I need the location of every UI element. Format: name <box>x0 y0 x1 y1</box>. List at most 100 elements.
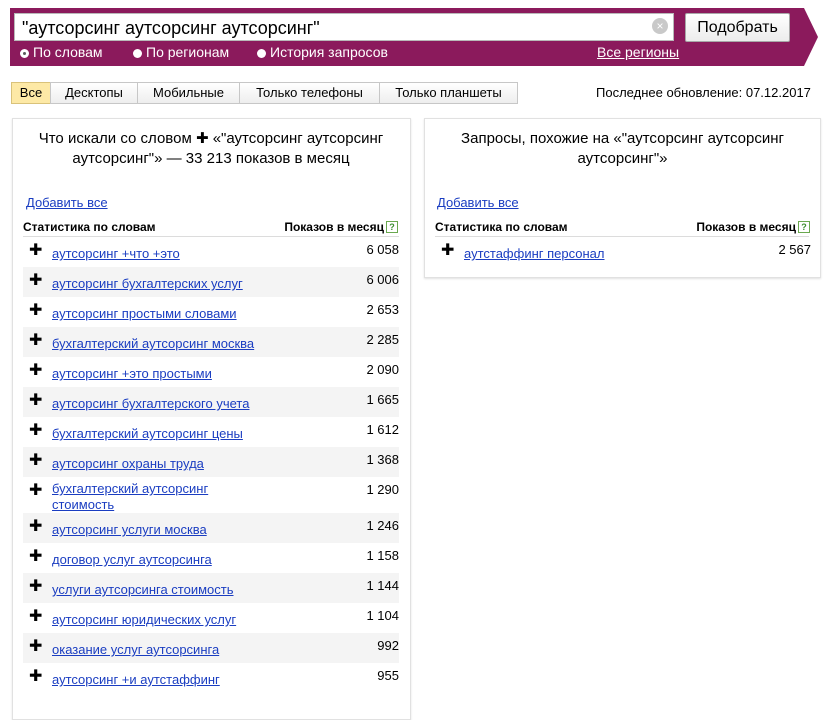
phrase-link[interactable]: аутстаффинг персонал <box>464 246 605 261</box>
add-phrase-plus-icon[interactable]: ✚ <box>29 519 42 535</box>
help-icon[interactable]: ? <box>798 221 810 233</box>
add-all-link[interactable]: Добавить все <box>26 195 108 210</box>
add-phrase-plus-icon[interactable]: ✚ <box>29 483 42 499</box>
add-phrase-plus-icon[interactable]: ✚ <box>29 303 42 319</box>
phrase-link[interactable]: бухгалтерский аутсорсинг москва <box>52 336 254 351</box>
impressions-count: 2 285 <box>366 332 399 347</box>
submit-button[interactable]: Подобрать <box>685 13 790 42</box>
phrase-link[interactable]: услуги аутсорсинга стоимость <box>52 582 234 597</box>
impressions-count: 2 567 <box>778 242 811 257</box>
list-item: ✚ аутсорсинг +и аутстаффинг 955 <box>23 663 399 693</box>
clear-icon[interactable]: × <box>652 18 668 34</box>
phrase-link[interactable]: аутсорсинг +это простыми <box>52 366 212 381</box>
add-phrase-plus-icon[interactable]: ✚ <box>29 423 42 439</box>
add-phrase-plus-icon[interactable]: ✚ <box>29 609 42 625</box>
column-header-count-label: Показов в месяц <box>284 220 384 234</box>
radio-by-regions[interactable]: По регионам <box>133 44 229 60</box>
add-phrase-plus-icon[interactable]: ✚ <box>29 243 42 259</box>
impressions-count: 1 368 <box>366 452 399 467</box>
list-item: ✚ аутстаффинг персонал 2 567 <box>435 237 811 267</box>
radio-label: По словам <box>33 44 103 60</box>
radio-label: По регионам <box>146 44 230 60</box>
words-panel-title: Что искали со словом ✚ «"аутсорсинг аутс… <box>31 129 391 169</box>
list-item: ✚ аутсорсинг +это простыми 2 090 <box>23 357 399 387</box>
list-item: ✚ аутсорсинг бухгалтерского учета 1 665 <box>23 387 399 417</box>
radio-by-words[interactable]: По словам <box>20 44 103 60</box>
add-phrase-plus-icon[interactable]: ✚ <box>441 243 454 259</box>
list-item: ✚ аутсорсинг услуги москва 1 246 <box>23 513 399 543</box>
list-item: ✚ оказание услуг аутсорсинга 992 <box>23 633 399 663</box>
list-item: ✚ бухгалтерский аутсорсинг москва 2 285 <box>23 327 399 357</box>
all-regions-link[interactable]: Все регионы <box>597 44 679 60</box>
radio-checked-icon <box>20 49 29 58</box>
impressions-count: 1 290 <box>366 482 399 497</box>
phrase-link[interactable]: аутсорсинг простыми словами <box>52 306 237 321</box>
add-phrase-plus-icon[interactable]: ✚ <box>29 333 42 349</box>
list-item: ✚ договор услуг аутсорсинга 1 158 <box>23 543 399 573</box>
impressions-count: 1 104 <box>366 608 399 623</box>
search-input[interactable] <box>14 13 674 41</box>
last-update-text: Последнее обновление: 07.12.2017 <box>596 85 811 100</box>
impressions-count: 6 058 <box>366 242 399 257</box>
phrase-link[interactable]: аутсорсинг услуги москва <box>52 522 207 537</box>
column-header-count: Показов в месяц? <box>696 220 810 234</box>
radio-label: История запросов <box>270 44 388 60</box>
tab-mobile[interactable]: Мобильные <box>137 82 240 104</box>
list-item: ✚ аутсорсинг охраны труда 1 368 <box>23 447 399 477</box>
similar-panel-title: Запросы, похожие на «"аутсорсинг аутсорс… <box>461 130 784 167</box>
phrase-link[interactable]: аутсорсинг охраны труда <box>52 456 204 471</box>
tab-phones-only[interactable]: Только телефоны <box>239 82 380 104</box>
radio-history[interactable]: История запросов <box>257 44 388 60</box>
tab-desktops[interactable]: Десктопы <box>50 82 138 104</box>
phrase-link[interactable]: аутсорсинг +и аутстаффинг <box>52 672 220 687</box>
add-phrase-plus-icon[interactable]: ✚ <box>29 549 42 565</box>
tab-tablets-only[interactable]: Только планшеты <box>379 82 518 104</box>
impressions-count: 955 <box>377 668 399 683</box>
column-header-words: Статистика по словам <box>23 220 156 234</box>
column-header-count: Показов в месяц? <box>284 220 398 234</box>
phrase-link[interactable]: договор услуг аутсорсинга <box>52 552 212 567</box>
add-phrase-plus-icon[interactable]: ✚ <box>29 393 42 409</box>
column-header-count-label: Показов в месяц <box>696 220 796 234</box>
add-phrase-plus-icon[interactable]: ✚ <box>29 363 42 379</box>
phrase-link[interactable]: аутсорсинг +что +это <box>52 246 180 261</box>
add-phrase-plus-icon[interactable]: ✚ <box>29 639 42 655</box>
impressions-count: 2 090 <box>366 362 399 377</box>
add-phrase-plus-icon[interactable]: ✚ <box>29 453 42 469</box>
list-item: ✚ бухгалтерский аутсорсинг цены 1 612 <box>23 417 399 447</box>
help-icon[interactable]: ? <box>386 221 398 233</box>
impressions-count: 1 665 <box>366 392 399 407</box>
radio-icon <box>257 49 266 58</box>
list-item: ✚ аутсорсинг +что +это 6 058 <box>23 237 399 267</box>
phrase-link[interactable]: аутсорсинг бухгалтерского учета <box>52 396 249 411</box>
phrase-link[interactable]: бухгалтерский аутсорсинг цены <box>52 426 243 441</box>
column-header-words: Статистика по словам <box>435 220 568 234</box>
tab-all[interactable]: Все <box>11 82 51 104</box>
add-phrase-plus-icon[interactable]: ✚ <box>29 669 42 685</box>
add-phrase-plus-icon[interactable]: ✚ <box>29 579 42 595</box>
similar-panel: Запросы, похожие на «"аутсорсинг аутсорс… <box>424 118 821 278</box>
impressions-count: 1 158 <box>366 548 399 563</box>
phrase-link[interactable]: бухгалтерский аутсорсинг стоимость <box>52 481 232 513</box>
device-tabs: Все Десктопы Мобильные Только телефоны Т… <box>11 82 518 104</box>
list-item: ✚ услуги аутсорсинга стоимость 1 144 <box>23 573 399 603</box>
list-item: ✚ бухгалтерский аутсорсинг стоимость 1 290 <box>23 477 399 513</box>
words-list: ✚ аутсорсинг +что +это 6 058 ✚ аутсорсинг бу… <box>23 237 399 693</box>
plus-icon: ✚ <box>195 130 209 147</box>
words-panel: Что искали со словом ✚ «"аутсорсинг аутс… <box>12 118 411 720</box>
phrase-link[interactable]: аутсорсинг юридических услуг <box>52 612 236 627</box>
impressions-count: 1 612 <box>366 422 399 437</box>
add-all-similar-link[interactable]: Добавить все <box>437 195 519 210</box>
add-phrase-plus-icon[interactable]: ✚ <box>29 273 42 289</box>
impressions-count: 1 144 <box>366 578 399 593</box>
impressions-count: 1 246 <box>366 518 399 533</box>
radio-icon <box>133 49 142 58</box>
list-item: ✚ аутсорсинг бухгалтерских услуг 6 006 <box>23 267 399 297</box>
list-item: ✚ аутсорсинг простыми словами 2 653 <box>23 297 399 327</box>
title-prefix: Что искали со словом <box>38 130 192 147</box>
phrase-link[interactable]: аутсорсинг бухгалтерских услуг <box>52 276 243 291</box>
search-header: × Подобрать По словам По регионам Истори… <box>0 0 833 66</box>
list-item: ✚ аутсорсинг юридических услуг 1 104 <box>23 603 399 633</box>
phrase-link[interactable]: оказание услуг аутсорсинга <box>52 642 219 657</box>
impressions-count: 2 653 <box>366 302 399 317</box>
